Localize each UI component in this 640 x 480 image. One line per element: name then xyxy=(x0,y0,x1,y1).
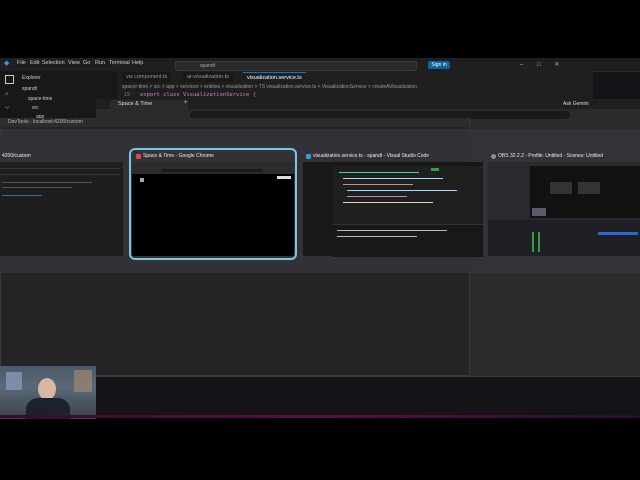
menu-view[interactable]: View xyxy=(68,60,80,66)
search-text: spandt xyxy=(200,63,216,69)
source-control-icon[interactable]: ⑂ xyxy=(5,105,9,112)
tree-item[interactable]: space-time xyxy=(28,96,52,102)
line-number: 19 xyxy=(124,92,131,98)
explorer-icon[interactable] xyxy=(5,75,14,84)
code-line: export class VisualizationService { xyxy=(140,92,256,98)
switcher-thumbnail-chrome[interactable] xyxy=(132,162,294,256)
tree-item[interactable]: spandt xyxy=(22,86,37,92)
tree-item[interactable]: src xyxy=(32,105,39,111)
switcher-item-title: visualization.service.ts - spandt - Visu… xyxy=(313,153,430,159)
menu-go[interactable]: Go xyxy=(83,60,90,66)
minimize-icon[interactable]: – xyxy=(520,62,523,68)
taskbar-edge xyxy=(0,415,640,418)
breadcrumb[interactable]: spacer-time > src > app > services > ent… xyxy=(122,84,452,90)
webcam-overlay xyxy=(0,366,96,419)
menu-run[interactable]: Run xyxy=(95,60,105,66)
tab-ai-visualization[interactable]: ai-visualization.ts xyxy=(183,72,233,82)
ask-gemini-button[interactable]: Ask Gemini xyxy=(563,99,593,109)
switcher-item-title: Space & Time - Google Chrome xyxy=(143,153,214,159)
menu-edit[interactable]: Edit xyxy=(30,60,39,66)
window-controls: – □ ✕ xyxy=(520,61,559,68)
switcher-thumbnail-vscode[interactable] xyxy=(303,162,483,257)
switcher-item-title: 4200/custom xyxy=(2,153,31,159)
switcher-thumbnail-devtools[interactable] xyxy=(0,162,123,256)
maximize-icon[interactable]: □ xyxy=(537,62,541,68)
close-icon[interactable]: ✕ xyxy=(554,62,559,68)
obs-icon xyxy=(491,154,496,159)
new-tab-icon[interactable]: + xyxy=(184,100,188,106)
chrome-tab[interactable]: Space & Time xyxy=(110,100,188,109)
menu-help[interactable]: Help xyxy=(132,60,143,66)
switcher-item-title: OBS 32.2.2 - Profile: Untitled - Scenes:… xyxy=(498,153,604,159)
devtools-title: DevTools - localhost:4200/custom xyxy=(0,118,468,127)
tab-viz-component[interactable]: viz.component.ts xyxy=(122,72,172,82)
chrome-icon xyxy=(136,154,141,159)
sidebar-title: Explorer xyxy=(22,75,41,81)
vscode-icon xyxy=(306,154,311,159)
search-icon[interactable]: ⌕ xyxy=(5,91,9,99)
menu-file[interactable]: File xyxy=(17,60,26,66)
person-face xyxy=(38,378,56,400)
switcher-thumbnail-obs[interactable] xyxy=(488,162,640,256)
menu-selection[interactable]: Selection xyxy=(42,60,65,66)
tab-visualization-service[interactable]: visualization.service.ts xyxy=(243,72,306,83)
vscode-logo-icon: ◆ xyxy=(4,60,10,67)
menu-terminal[interactable]: Terminal xyxy=(109,60,130,66)
command-center-search[interactable]: spandt xyxy=(175,61,417,71)
sign-in-button[interactable]: Sign in xyxy=(428,61,450,69)
